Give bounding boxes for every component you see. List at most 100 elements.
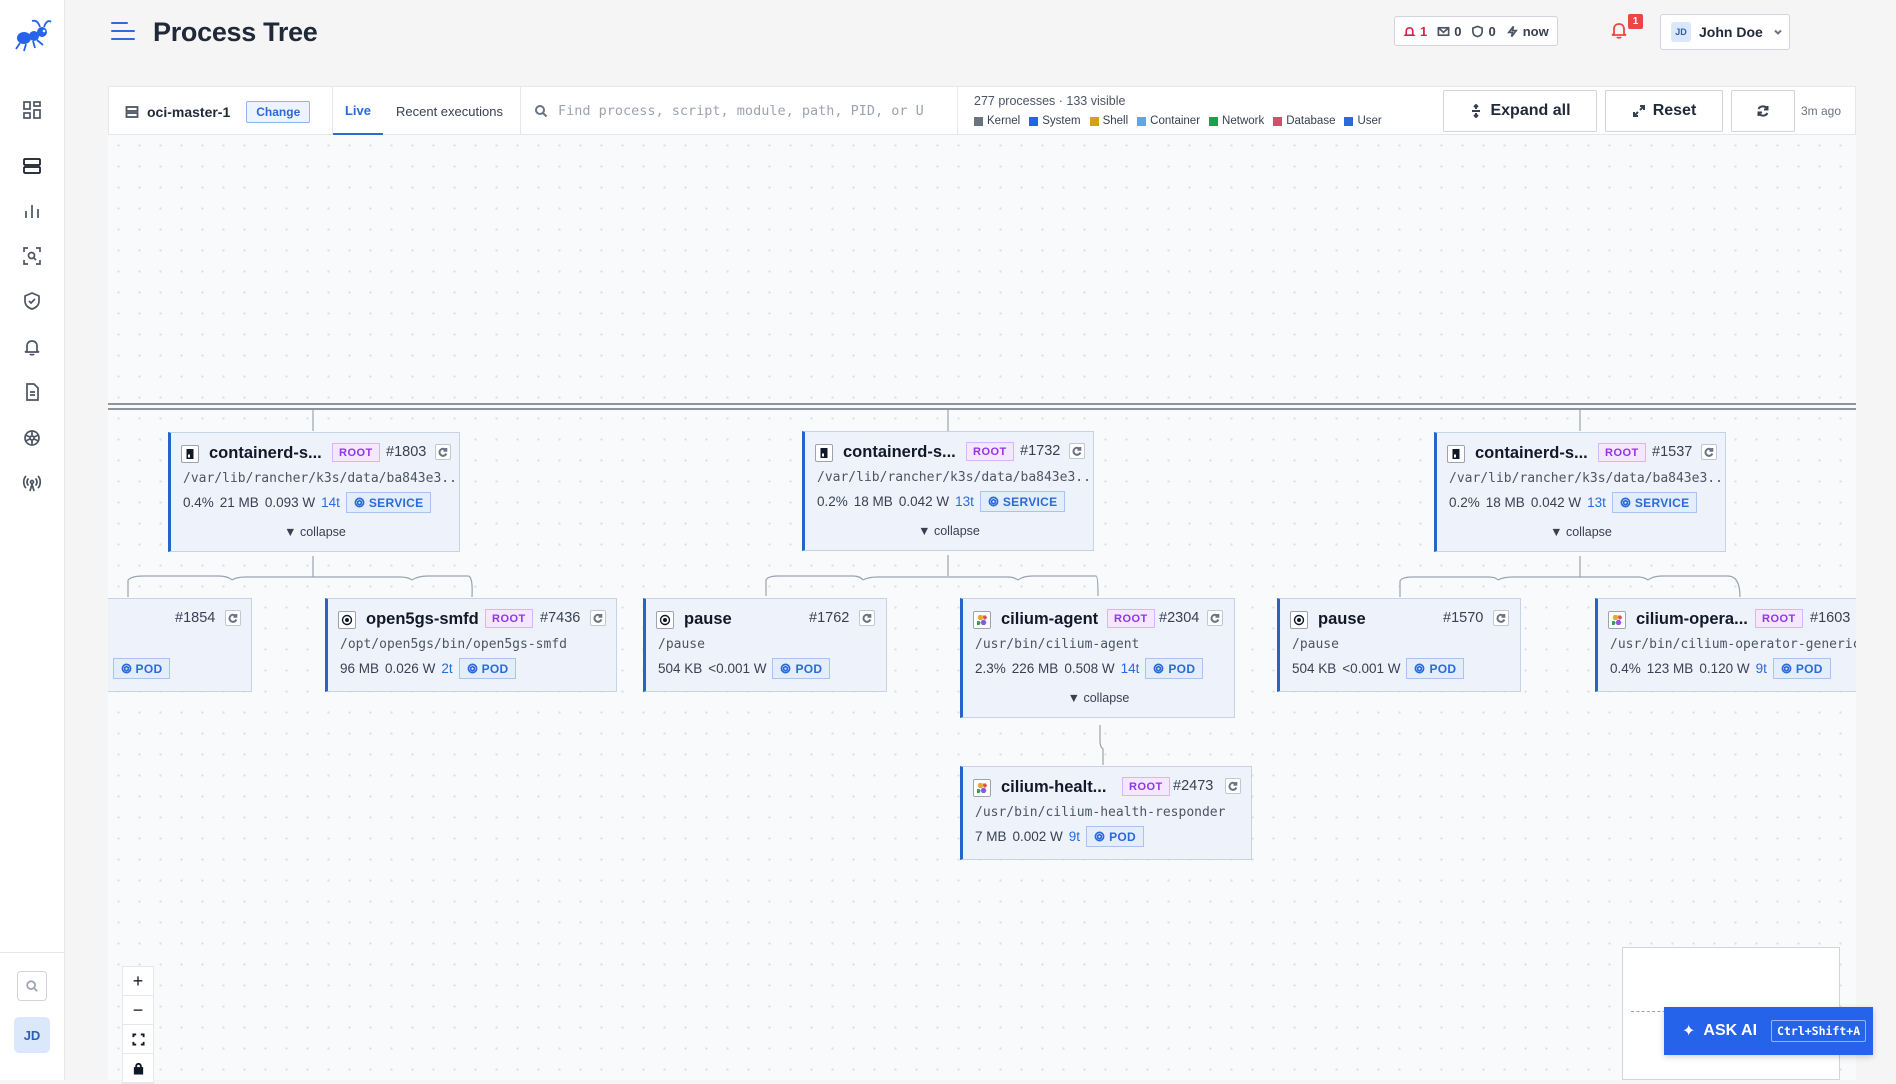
cube-icon <box>121 663 132 674</box>
fit-view-button[interactable] <box>123 1025 153 1054</box>
kubernetes-icon[interactable] <box>18 424 46 452</box>
process-name[interactable]: cilium-healt... <box>1001 778 1106 797</box>
search-icon[interactable] <box>17 971 47 1001</box>
process-path: /usr/bin/cilium-health-responder <box>975 805 1226 820</box>
collapse-toggle[interactable]: ▼ collapse <box>171 525 459 539</box>
reset-button[interactable]: Reset <box>1605 90 1723 132</box>
collapse-toggle[interactable]: ▼ collapse <box>1437 525 1725 539</box>
binary-icon <box>1447 445 1465 463</box>
process-tree-canvas[interactable]: containerd-s... ROOT #1803/var/lib/rancher… <box>108 135 1856 1080</box>
restart-icon[interactable] <box>590 610 606 626</box>
restart-icon[interactable] <box>1207 610 1223 626</box>
thread-count: 9t <box>1755 661 1767 676</box>
process-node[interactable]: containerd-s... ROOT #1803/var/lib/rancher… <box>168 432 460 552</box>
collapse-toggle[interactable]: ▼ collapse <box>805 524 1093 538</box>
process-node[interactable]: cilium-agent ROOT #2304/usr/bin/cilium-age… <box>960 598 1235 718</box>
collapse-toggle[interactable]: ▼ collapse <box>963 691 1234 705</box>
cube-icon <box>1153 663 1164 674</box>
cube-icon <box>1414 663 1425 674</box>
live-stat[interactable]: now <box>1506 24 1549 39</box>
user-menu[interactable]: JD John Doe <box>1660 14 1790 50</box>
tab-recent-executions[interactable]: Recent executions <box>396 87 503 135</box>
process-pid: #7436 <box>540 610 581 626</box>
bell-icon[interactable] <box>18 333 46 361</box>
shield-icon <box>1472 24 1484 37</box>
process-name[interactable]: containerd-s... <box>843 443 956 462</box>
shield-icon[interactable] <box>18 287 46 315</box>
alerts-stat[interactable]: 1 <box>1403 24 1427 39</box>
process-name[interactable]: pause <box>1318 610 1366 629</box>
process-search-input[interactable] <box>558 103 948 119</box>
bar-chart-icon[interactable] <box>18 197 46 225</box>
legend-item-system[interactable]: System <box>1029 115 1081 127</box>
legend-item-database[interactable]: Database <box>1273 115 1335 127</box>
process-node[interactable]: containerd-s... ROOT #1732/var/lib/rancher… <box>802 431 1094 551</box>
process-name[interactable]: open5gs-smfd <box>366 610 479 629</box>
change-host-button[interactable]: Change <box>246 101 311 123</box>
process-name[interactable]: pause <box>684 610 732 629</box>
workload-type: SERVICE <box>368 495 424 510</box>
restart-icon[interactable] <box>1069 443 1085 459</box>
refresh-button[interactable] <box>1731 90 1795 132</box>
legend-item-container[interactable]: Container <box>1137 115 1200 127</box>
avatar[interactable]: JD <box>14 1017 50 1053</box>
process-node[interactable]: cilium-opera... ROOT #1603/usr/bin/cilium-… <box>1595 598 1856 692</box>
gear-icon <box>338 611 356 629</box>
legend-item-kernel[interactable]: Kernel <box>974 115 1020 127</box>
zoom-controls: + − <box>122 966 154 1084</box>
menu-toggle-icon[interactable] <box>111 20 135 42</box>
cpu-usage: 0.2% <box>1449 495 1480 510</box>
shield-count: 0 <box>1488 23 1496 39</box>
process-node[interactable]: pause #1570/pause 504 KB <0.001 W POD <box>1277 598 1521 692</box>
scan-icon[interactable] <box>18 242 46 270</box>
restart-icon[interactable] <box>1225 778 1241 794</box>
zoom-out-button[interactable]: − <box>123 996 153 1025</box>
process-stats: 0.2% 18 MB 0.042 W 13t SERVICE <box>1449 492 1698 513</box>
mail-count: 0 <box>1454 23 1462 39</box>
ant-logo-icon[interactable] <box>11 14 53 56</box>
expand-all-button[interactable]: Expand all <box>1443 90 1597 132</box>
ask-ai-button[interactable]: ✦ ASK AI Ctrl+Shift+A <box>1664 1007 1873 1055</box>
legend-item-network[interactable]: Network <box>1209 115 1264 127</box>
restart-icon[interactable] <box>859 610 875 626</box>
cube-icon <box>780 663 791 674</box>
cpu-usage: 0.4% <box>1610 661 1641 676</box>
process-node[interactable]: pause #1762/pause 504 KB <0.001 W POD <box>643 598 887 692</box>
process-node[interactable]: #1854 01 WPOD <box>108 598 252 692</box>
server-icon[interactable] <box>18 152 46 180</box>
broadcast-icon[interactable] <box>18 469 46 497</box>
restart-icon[interactable] <box>225 610 241 626</box>
process-name[interactable]: cilium-agent <box>1001 610 1098 629</box>
last-refreshed: 3m ago <box>1801 104 1842 118</box>
restart-icon[interactable] <box>1701 444 1717 460</box>
process-name[interactable]: containerd-s... <box>1475 444 1588 463</box>
process-node[interactable]: containerd-s... ROOT #1537/var/lib/rancher… <box>1434 432 1726 552</box>
process-node[interactable]: cilium-healt... ROOT #2473/usr/bin/cilium-… <box>960 766 1252 860</box>
process-path: /usr/bin/cilium-operator-generic <box>1610 637 1856 652</box>
power-usage: 0.120 W <box>1699 661 1750 676</box>
workload-type: POD <box>1429 661 1457 676</box>
workload-badge: SERVICE <box>345 492 432 513</box>
process-path: /var/lib/rancher/k3s/data/ba843e3... <box>1449 471 1721 486</box>
legend-swatch <box>1029 116 1039 126</box>
process-stats: 7 MB 0.002 W 9t POD <box>975 826 1144 847</box>
legend-swatch <box>1137 116 1147 126</box>
zoom-in-button[interactable]: + <box>123 967 153 996</box>
document-icon[interactable] <box>18 378 46 406</box>
process-stats: 01 WPOD <box>108 658 171 679</box>
legend-item-user[interactable]: User <box>1344 115 1382 127</box>
mail-stat[interactable]: 0 <box>1437 24 1461 39</box>
process-name[interactable]: containerd-s... <box>209 444 322 463</box>
lock-button[interactable] <box>123 1054 153 1083</box>
tab-live[interactable]: Live <box>333 87 383 135</box>
restart-icon[interactable] <box>435 444 451 460</box>
shield-stat[interactable]: 0 <box>1471 23 1496 39</box>
restart-icon[interactable] <box>1493 610 1509 626</box>
process-name[interactable]: cilium-opera... <box>1636 610 1748 629</box>
legend-item-shell[interactable]: Shell <box>1089 115 1128 127</box>
memory-usage: 504 KB <box>1292 661 1337 676</box>
dashboard-icon[interactable] <box>18 96 46 124</box>
thread-count: 2t <box>441 661 453 676</box>
root-badge: ROOT <box>1598 443 1646 462</box>
process-node[interactable]: open5gs-smfd ROOT #7436/opt/open5gs/bin/op… <box>325 598 617 692</box>
